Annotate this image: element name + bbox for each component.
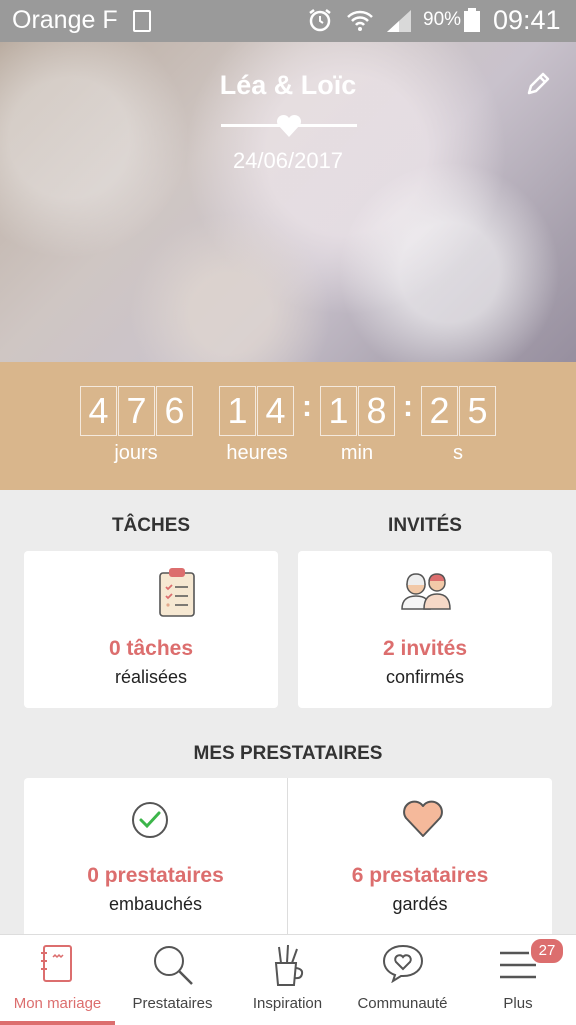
signal-icon (387, 10, 411, 32)
guests-subtitle: confirmés (385, 667, 465, 687)
hours-digit: 4 (257, 386, 294, 436)
couple-names: Léa & Loïc (219, 70, 357, 100)
minutes-digit: 1 (320, 386, 357, 436)
hours-label: heures (226, 442, 288, 464)
sim-icon (133, 10, 151, 32)
days-digit: 6 (156, 386, 193, 436)
battery-icon (464, 8, 480, 32)
guests-card[interactable]: 2 invités confirmés (298, 551, 552, 708)
seconds-digit: 2 (421, 386, 458, 436)
chat-heart-icon (382, 944, 424, 983)
vendors-title: MES PRESTATAIRES (193, 743, 383, 764)
wedding-header: Léa & Loïc 24/06/2017 (0, 42, 576, 362)
nav-mon-mariage[interactable]: Mon mariage (0, 935, 115, 1025)
nav-label: Prestataires (132, 995, 213, 1012)
notebook-icon (41, 945, 72, 982)
vendors-saved-subtitle: gardés (392, 894, 448, 914)
seconds-label: s (453, 442, 463, 464)
status-bar: Orange F 90% 09:41 (0, 0, 576, 42)
active-indicator (0, 1021, 115, 1025)
notification-badge: 27 (529, 937, 565, 965)
vendors-hired-count: 0 prestataires (87, 864, 224, 887)
hours-digit: 1 (219, 386, 256, 436)
tasks-title: TÂCHES (111, 515, 191, 536)
minutes-label: min (340, 442, 374, 464)
wedding-date: 24/06/2017 (232, 148, 344, 173)
seconds-digit: 5 (459, 386, 496, 436)
nav-label: Communauté (357, 995, 448, 1012)
colon-separator: : (403, 390, 413, 423)
nav-prestataires[interactable]: Prestataires (115, 935, 230, 1025)
nav-label: Mon mariage (13, 995, 102, 1012)
days-digit: 7 (118, 386, 155, 436)
pencil-cup-icon (274, 944, 304, 986)
clock: 09:41 (493, 5, 561, 35)
check-circle-icon (132, 802, 168, 838)
vendors-saved-count: 6 prestataires (351, 864, 489, 887)
minutes-digit: 8 (358, 386, 395, 436)
tasks-count: 0 tâches (108, 637, 194, 660)
guests-count: 2 invités (382, 637, 468, 660)
wifi-icon (347, 10, 373, 31)
edit-pencil-icon[interactable] (524, 70, 552, 98)
search-icon (154, 946, 193, 985)
colon-separator: : (302, 390, 312, 423)
battery-percent: 90% (423, 9, 462, 30)
vendors-hired-card[interactable]: 0 prestataires embauchés (24, 778, 287, 938)
guests-title: INVITÉS (388, 515, 462, 536)
nav-label: Inspiration (252, 995, 323, 1012)
tasks-subtitle: réalisées (114, 667, 188, 687)
heart-icon (403, 800, 443, 837)
nav-label: Plus (503, 995, 533, 1012)
vendors-saved-card[interactable]: 6 prestataires gardés (288, 778, 552, 938)
days-digit: 4 (80, 386, 117, 436)
vendors-hired-subtitle: embauchés (108, 894, 203, 914)
divider-right (297, 124, 357, 127)
countdown: 4 7 6 1 4 : 1 8 : 2 5 jours heures min s (0, 362, 576, 490)
carrier-name: Orange F (12, 6, 118, 34)
divider-left (221, 124, 281, 127)
alarm-icon (309, 9, 331, 32)
days-label: jours (114, 442, 158, 464)
nav-communaute[interactable]: Communauté (345, 935, 460, 1025)
tasks-card[interactable]: 0 tâches réalisées (24, 551, 278, 708)
bottom-navigation: Mon mariage Prestataires Inspiration Com… (0, 934, 576, 1025)
nav-inspiration[interactable]: Inspiration (230, 935, 345, 1025)
clipboard-icon (159, 568, 195, 617)
guests-icon (401, 573, 451, 610)
